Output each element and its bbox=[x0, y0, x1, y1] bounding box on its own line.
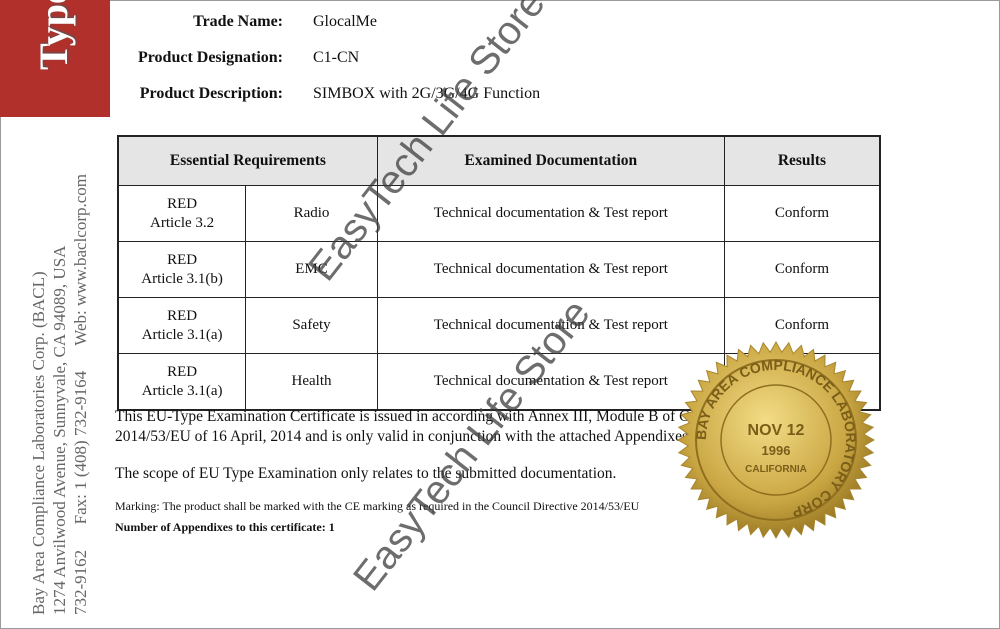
requirement-directive: RED bbox=[167, 195, 198, 212]
scope-statement: The scope of EU Type Examination only re… bbox=[115, 465, 617, 482]
company-contact: 732-9162 Fax: 1 (408) 732-9164 Web: www.… bbox=[71, 173, 90, 615]
field-label: Product Designation: bbox=[137, 49, 283, 66]
requirement-article: Article 3.2 bbox=[150, 214, 215, 231]
requirement-directive: RED bbox=[167, 307, 198, 324]
requirement-directive: RED bbox=[167, 363, 198, 380]
requirement-cell: RED Article 3.1(a) bbox=[117, 297, 247, 354]
field-value: GlocalMe bbox=[313, 13, 377, 30]
requirement-article: Article 3.1(a) bbox=[141, 382, 223, 399]
requirement-area: Safety bbox=[245, 297, 378, 354]
company-sidebar: Bay Area Compliance Laboratories Corp. (… bbox=[28, 174, 91, 615]
requirement-area: Health bbox=[245, 353, 378, 411]
requirement-article: Article 3.1(b) bbox=[141, 270, 223, 287]
gold-seal-icon: BAY AREA COMPLIANCE LABORATORY CORP NOV … bbox=[676, 340, 876, 540]
header-results: Results bbox=[723, 135, 881, 186]
result: Conform bbox=[723, 241, 881, 298]
company-address: 1274 Anvilwood Avenue, Sunnyvale, CA 940… bbox=[50, 245, 69, 615]
requirement-directive: RED bbox=[167, 251, 198, 268]
examined-documentation: Technical documentation & Test report bbox=[376, 185, 725, 242]
appendix-count: Number of Appendixes to this certificate… bbox=[115, 520, 335, 534]
svg-text:CALIFORNIA: CALIFORNIA bbox=[745, 464, 807, 475]
requirement-article: Article 3.1(a) bbox=[141, 326, 223, 343]
table-row: RED Article 3.2 Radio Technical documenta… bbox=[117, 185, 881, 242]
requirement-cell: RED Article 3.1(a) bbox=[117, 353, 247, 411]
field-value: C1-CN bbox=[313, 49, 360, 66]
svg-text:1996: 1996 bbox=[762, 443, 791, 458]
requirement-cell: RED Article 3.2 bbox=[117, 185, 247, 242]
examined-documentation: Technical documentation & Test report bbox=[376, 241, 725, 298]
header-essential-requirements: Essential Requirements bbox=[117, 135, 378, 186]
certificate-statement-line2: 2014/53/EU of 16 April, 2014 and is only… bbox=[115, 428, 692, 445]
result: Conform bbox=[723, 185, 881, 242]
table-header: Essential Requirements Examined Document… bbox=[117, 135, 881, 186]
company-name: Bay Area Compliance Laboratories Corp. (… bbox=[29, 271, 48, 615]
svg-text:NOV 12: NOV 12 bbox=[748, 422, 805, 439]
field-label: Product Description: bbox=[139, 85, 283, 102]
field-label: Trade Name: bbox=[193, 13, 283, 30]
marking-statement: Marking: The product shall be marked wit… bbox=[115, 499, 640, 513]
table-row: RED Article 3.1(b) EMC Technical document… bbox=[117, 241, 881, 298]
requirement-cell: RED Article 3.1(b) bbox=[117, 241, 247, 298]
